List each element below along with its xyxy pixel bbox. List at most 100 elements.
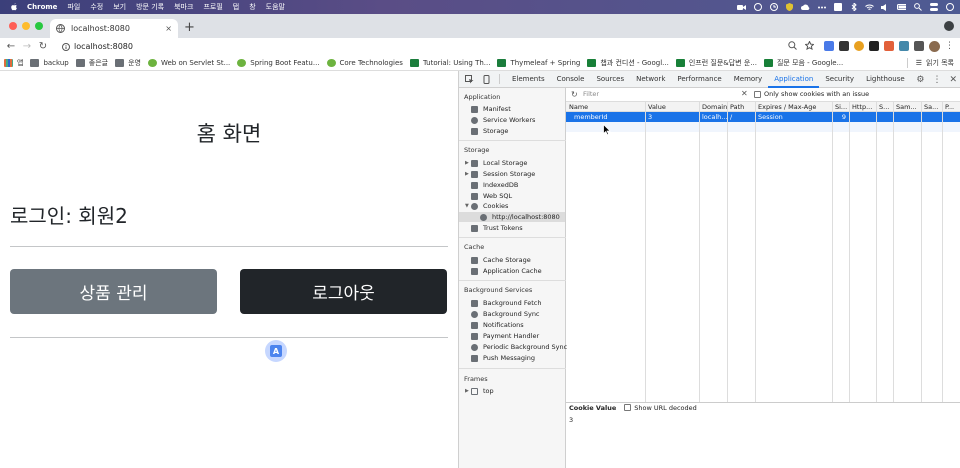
tab-elements[interactable]: Elements	[506, 71, 551, 88]
search-icon[interactable]	[913, 3, 922, 11]
bookmark-item[interactable]: Spring Boot Featu...	[237, 58, 320, 67]
tab-sources[interactable]: Sources	[590, 71, 630, 88]
translate-extension-icon[interactable]	[824, 41, 834, 51]
gear-icon[interactable]: ⚙	[916, 75, 924, 85]
puzzle-icon[interactable]	[914, 41, 924, 51]
tab-network[interactable]: Network	[630, 71, 671, 88]
refresh-icon[interactable]: ↻	[571, 90, 579, 99]
clock-icon[interactable]	[769, 3, 778, 11]
sidebar-item-web-sql[interactable]: Web SQL	[471, 191, 512, 201]
sidebar-item-background-fetch[interactable]: Background Fetch	[471, 298, 541, 308]
extension-icon[interactable]	[899, 41, 909, 51]
wifi-icon[interactable]	[865, 3, 874, 11]
sidebar-item-manifest[interactable]: Manifest	[471, 104, 511, 114]
tab-lighthouse[interactable]: Lighthouse	[860, 71, 911, 88]
table-row[interactable]: memberId 3 localh... / Session 9	[566, 112, 960, 122]
cookie-value-cell[interactable]: 3	[645, 112, 699, 122]
menubar-app-name[interactable]: Chrome	[27, 3, 57, 11]
sidebar-item-session-storage[interactable]: ▶ Session Storage	[465, 169, 535, 179]
minimize-window-button[interactable]	[22, 22, 30, 30]
column-header-expires[interactable]: Expires / Max-Age	[755, 102, 832, 112]
sidebar-item-service-workers[interactable]: Service Workers	[471, 115, 535, 125]
bookmark-item[interactable]: 챕과 컨디션 - Googl...	[587, 58, 669, 68]
cloud-upload-icon[interactable]	[801, 3, 810, 11]
extension-icon[interactable]	[884, 41, 894, 51]
menubar-item-edit[interactable]: 수정	[90, 2, 103, 12]
close-icon[interactable]: ✕	[949, 75, 957, 85]
logout-button[interactable]: 로그아웃	[240, 269, 447, 314]
menubar-item-bookmarks[interactable]: 북마크	[174, 2, 193, 12]
chevron-right-icon[interactable]: ▶	[465, 171, 469, 177]
globe-icon[interactable]	[753, 3, 762, 11]
column-header-samesite[interactable]: Sam...	[893, 102, 921, 112]
bookmark-item[interactable]: 인프런 질문&답변 운...	[675, 58, 757, 68]
sidebar-item-storage[interactable]: Storage	[471, 126, 508, 136]
cookie-expires-cell[interactable]: Session	[755, 112, 832, 122]
browser-tab[interactable]: localhost:8080 ×	[50, 19, 178, 38]
bookmark-item[interactable]: 질문 모음 - Google...	[763, 58, 843, 68]
sidebar-item-background-sync[interactable]: Background Sync	[471, 309, 540, 319]
sidebar-item-payment-handler[interactable]: Payment Handler	[471, 331, 539, 341]
close-window-button[interactable]	[9, 22, 17, 30]
input-source-icon[interactable]	[833, 3, 842, 11]
filter-input[interactable]: Filter	[583, 90, 733, 100]
chevron-down-icon[interactable]: ▼	[465, 203, 469, 209]
battery-icon[interactable]	[897, 3, 906, 11]
menubar-item-file[interactable]: 파일	[67, 2, 80, 12]
bookmark-folder[interactable]: backup	[30, 58, 69, 67]
sidebar-item-frame-top[interactable]: ▶ top	[465, 386, 494, 396]
clear-icon[interactable]: ✕	[741, 89, 748, 98]
avatar[interactable]	[929, 41, 940, 52]
sidebar-item-push-messaging[interactable]: Push Messaging	[471, 353, 535, 363]
tab-search-icon[interactable]	[944, 21, 954, 31]
column-header-path[interactable]: Path	[727, 102, 755, 112]
column-header-secure[interactable]: S...	[876, 102, 893, 112]
column-header-sameparty[interactable]: Sa...	[921, 102, 942, 112]
menubar-item-help[interactable]: 도움말	[266, 2, 285, 12]
sidebar-item-cookies[interactable]: ▼ Cookies	[465, 201, 508, 211]
camera-icon[interactable]	[737, 3, 746, 11]
dots-icon[interactable]	[817, 3, 826, 11]
translate-button[interactable]: A	[265, 340, 287, 362]
bookmark-item[interactable]: Web on Servlet St...	[147, 58, 230, 67]
show-url-decoded-checkbox[interactable]	[624, 404, 632, 411]
menubar-item-tab[interactable]: 탭	[233, 2, 239, 12]
chevron-right-icon[interactable]: ▶	[465, 388, 469, 394]
chevron-right-icon[interactable]: ▶	[465, 160, 469, 166]
menubar-item-profile[interactable]: 프로필	[203, 2, 222, 12]
bluetooth-icon[interactable]	[849, 3, 858, 11]
control-center-icon[interactable]	[929, 3, 938, 11]
menubar-item-window[interactable]: 창	[249, 2, 255, 12]
sidebar-item-indexeddb[interactable]: IndexedDB	[471, 180, 518, 190]
info-icon[interactable]	[62, 42, 70, 51]
cookie-name-cell[interactable]: memberId	[566, 112, 645, 122]
only-issues-checkbox[interactable]	[754, 91, 761, 98]
tab-console[interactable]: Console	[551, 71, 591, 88]
sidebar-item-cookie-origin[interactable]: http://localhost:8080	[459, 212, 565, 222]
sidebar-item-periodic-background-sync[interactable]: Periodic Background Sync	[471, 342, 567, 352]
column-header-priority[interactable]: P...	[942, 102, 960, 112]
bookmark-item[interactable]: Core Technologies	[326, 58, 403, 67]
bookmark-item[interactable]: Thymeleaf + Spring	[497, 58, 580, 67]
tab-security[interactable]: Security	[819, 71, 860, 88]
bookmark-folder[interactable]: 운영	[115, 58, 141, 68]
cookie-path-cell[interactable]: /	[727, 112, 755, 122]
kebab-menu-icon[interactable]: ⋮	[945, 41, 954, 52]
cookie-domain-cell[interactable]: localh...	[699, 112, 727, 122]
back-arrow-icon[interactable]: ←	[6, 41, 16, 52]
menubar-item-history[interactable]: 방문 기록	[136, 2, 164, 12]
sidebar-item-notifications[interactable]: Notifications	[471, 320, 524, 330]
inspect-element-icon[interactable]	[463, 74, 476, 84]
reload-icon[interactable]: ↻	[38, 41, 48, 52]
column-header-name[interactable]: Name	[566, 102, 645, 112]
device-toolbar-icon[interactable]	[480, 74, 493, 84]
sidebar-item-application-cache[interactable]: Application Cache	[471, 266, 542, 276]
column-header-httponly[interactable]: Http...	[849, 102, 876, 112]
tab-application[interactable]: Application	[768, 71, 820, 88]
bookmark-apps[interactable]: 앱	[4, 58, 23, 68]
column-header-value[interactable]: Value	[645, 102, 699, 112]
star-icon[interactable]	[805, 41, 814, 50]
sidebar-item-trust-tokens[interactable]: Trust Tokens	[471, 223, 523, 233]
extension-icon[interactable]	[869, 41, 879, 51]
tab-close-icon[interactable]: ×	[165, 24, 172, 33]
